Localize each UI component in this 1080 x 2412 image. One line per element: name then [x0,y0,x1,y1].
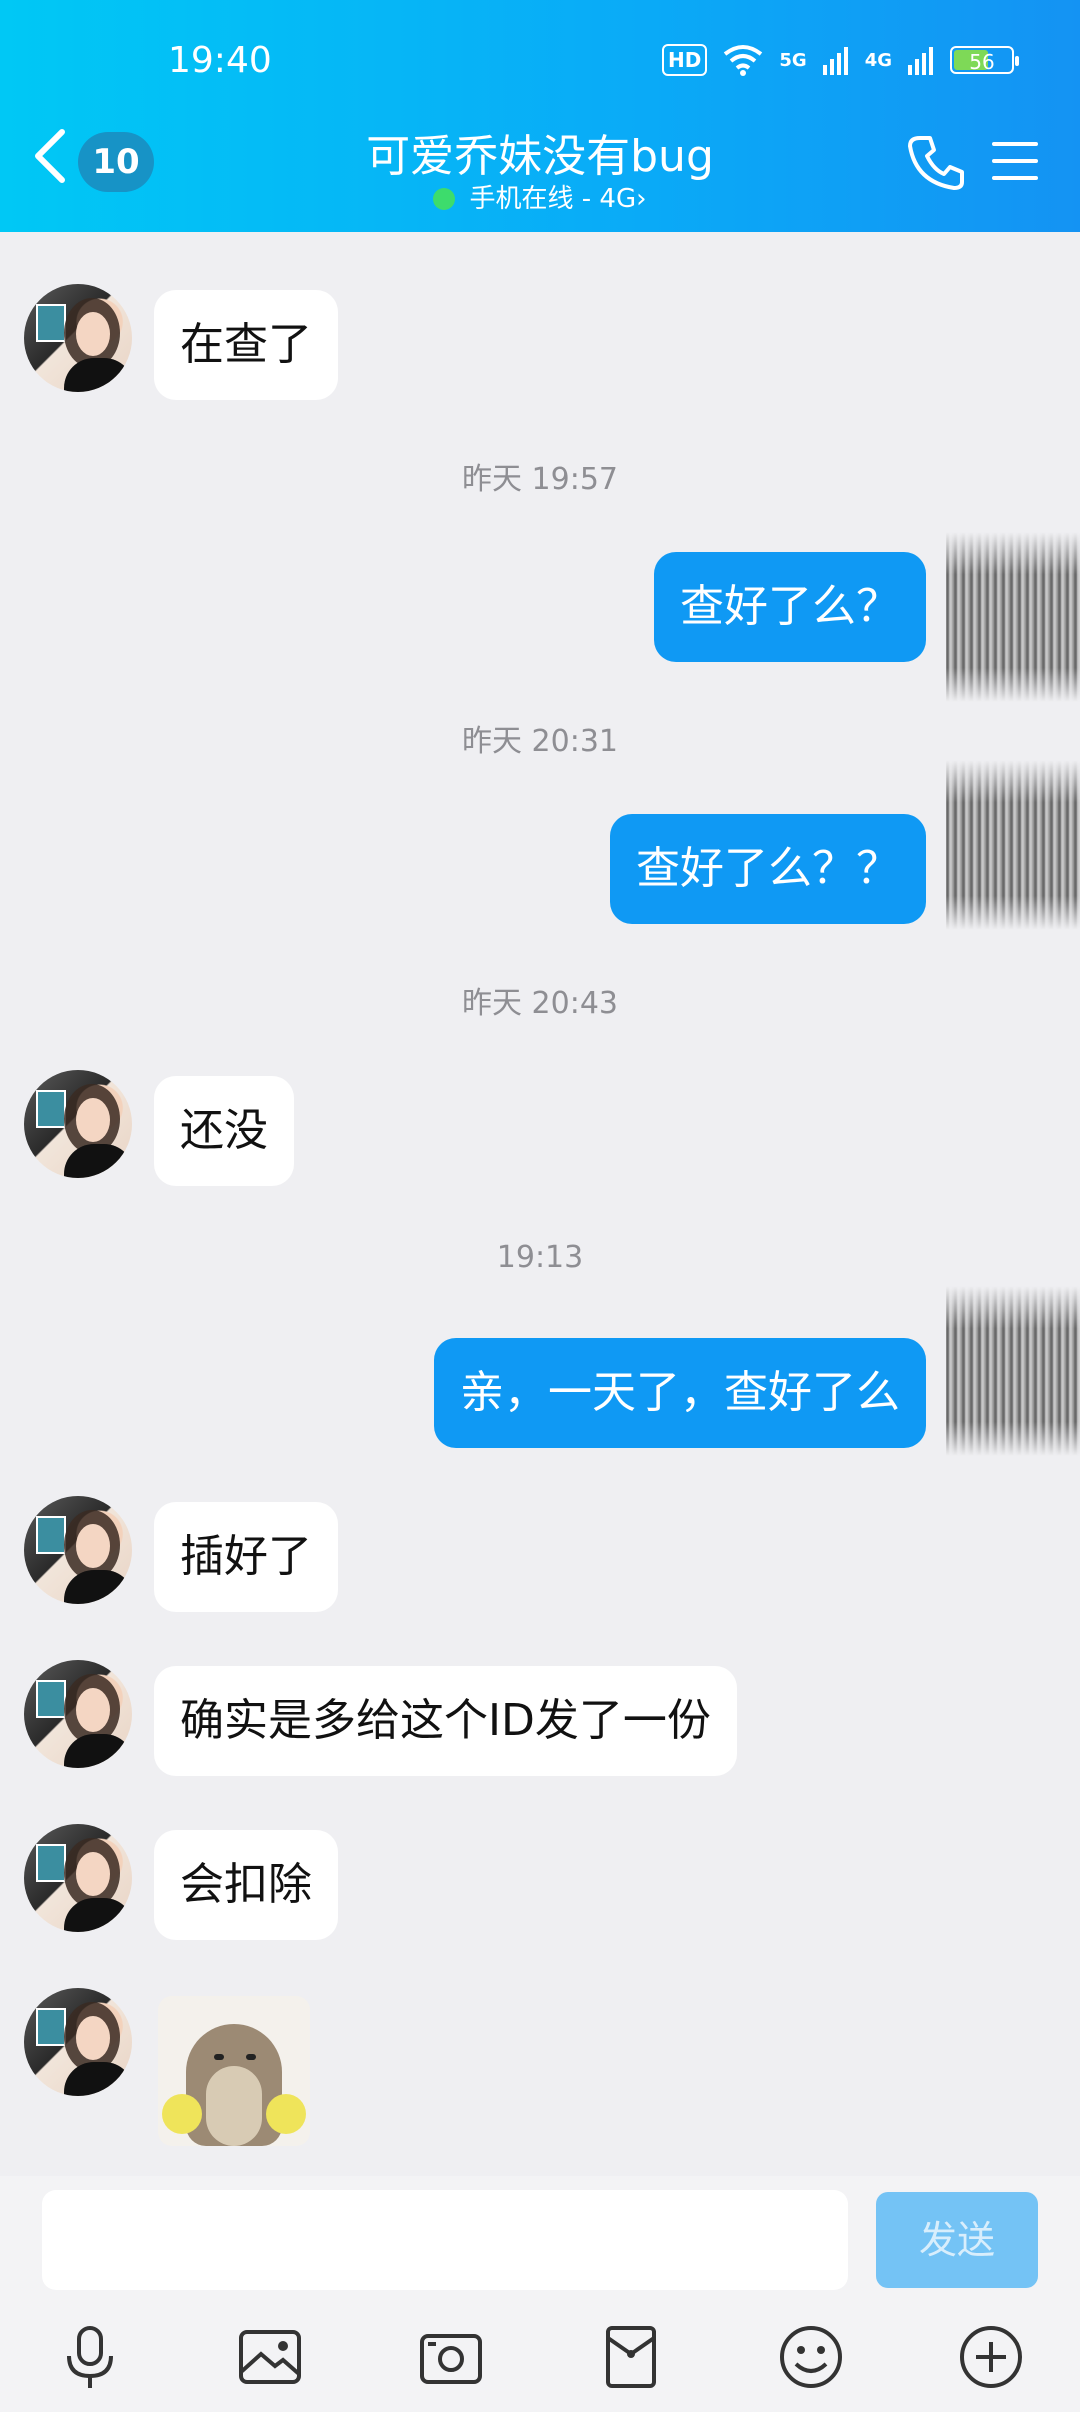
contact-avatar[interactable] [24,284,132,392]
image-icon[interactable] [235,2322,305,2392]
chevron-right-icon: › [636,184,647,214]
hd-icon: HD [662,44,708,76]
plus-icon[interactable] [956,2322,1026,2392]
input-bar: 发送 [0,2176,1080,2412]
signal-4g-icon: 4G [864,49,892,71]
signal-bars-icon [908,47,933,75]
message-timestamp: 昨天 20:43 [462,986,618,1021]
self-avatar[interactable] [946,1286,1080,1456]
contact-avatar[interactable] [24,1660,132,1768]
message-timestamp: 昨天 19:57 [462,462,618,497]
status-time: 19:40 [168,40,272,81]
contact-avatar[interactable] [24,1070,132,1178]
contact-avatar[interactable] [24,1496,132,1604]
message-bubble-sent[interactable]: 亲，一天了，查好了么 [434,1338,926,1448]
emoji-icon[interactable] [776,2322,846,2392]
message-bubble-sent[interactable]: 查好了么？ [654,552,926,662]
signal-5g-icon: 5G [779,49,807,71]
wifi-icon [724,45,763,76]
contact-avatar[interactable] [24,1988,132,2096]
phone-call-icon[interactable] [906,132,966,192]
message-bubble-received[interactable]: 还没 [154,1076,294,1186]
message-timestamp: 19:13 [496,1240,584,1275]
menu-icon[interactable] [988,138,1042,184]
camera-icon[interactable] [416,2322,486,2392]
message-bubble-received[interactable]: 确实是多给这个ID发了一份 [154,1666,737,1776]
message-timestamp: 昨天 20:31 [462,724,618,759]
battery-icon: 56 [950,46,1019,74]
red-packet-icon[interactable] [596,2322,666,2392]
contact-avatar[interactable] [24,1824,132,1932]
mic-icon[interactable] [55,2322,125,2392]
online-status-text: 手机在线 - 4G [469,184,637,214]
send-button[interactable]: 发送 [876,2192,1038,2288]
message-bubble-received[interactable]: 插好了 [154,1502,338,1612]
message-bubble-sent[interactable]: 查好了么？？ [610,814,926,924]
message-bubble-received[interactable]: 会扣除 [154,1830,338,1940]
self-avatar[interactable] [946,760,1080,930]
otter-sticker[interactable] [158,1996,310,2146]
message-input[interactable] [42,2190,848,2290]
message-bubble-received[interactable]: 在查了 [154,290,338,400]
battery-level: 56 [969,50,995,74]
online-dot-icon [433,188,456,210]
self-avatar[interactable] [946,532,1080,702]
status-icons: HD 5G 4G 56 [662,44,1019,76]
chat-header: 19:40 HD 5G 4G 56 10 可爱乔妹没有bug 手机在线 - 4G… [0,0,1080,232]
signal-bars-icon [822,47,848,75]
